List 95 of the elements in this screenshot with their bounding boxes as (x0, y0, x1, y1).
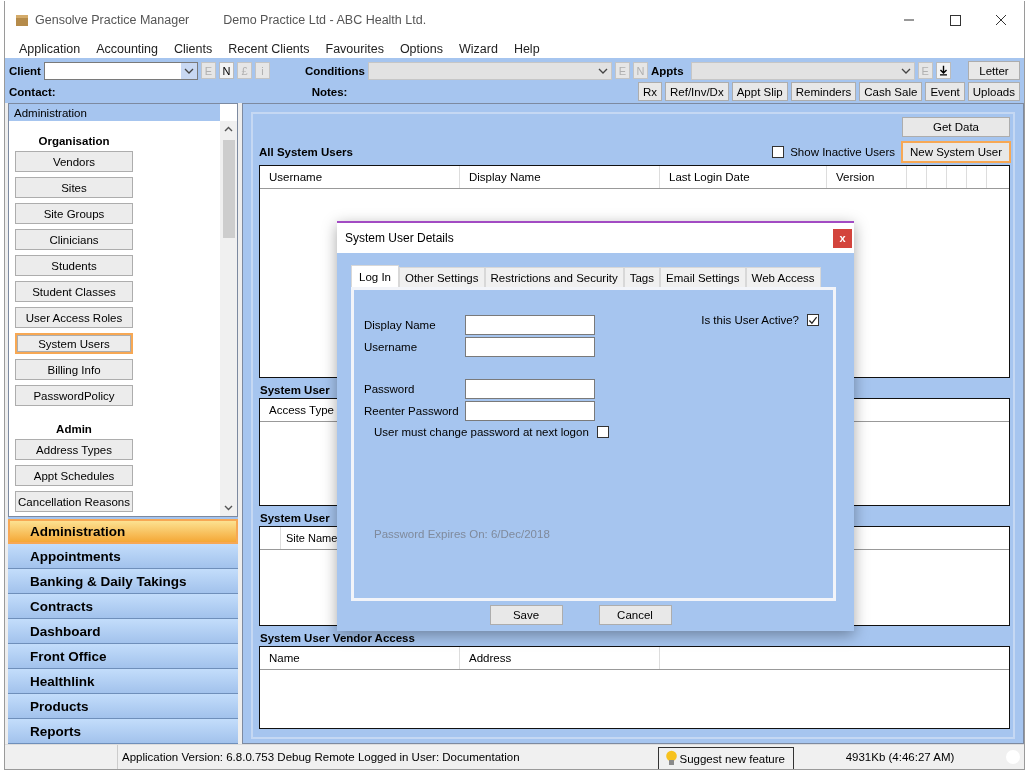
scrollbar-thumb[interactable] (222, 140, 235, 238)
group-heading: Admin (55, 423, 93, 435)
suggest-feature-button[interactable]: Suggest new feature (657, 747, 794, 769)
dialog-button[interactable]: Cancel (598, 605, 672, 625)
toolbar-button[interactable]: Ref/Inv/Dx (665, 82, 729, 101)
nav-button[interactable]: Front Office (8, 644, 238, 669)
tab[interactable]: Web Access (745, 267, 821, 287)
nav-button[interactable]: Administration (8, 519, 238, 544)
field-label: Password (364, 383, 416, 395)
nav-button[interactable]: Products (8, 694, 238, 719)
field-label: Appts (651, 64, 684, 77)
column-header[interactable]: Version (827, 166, 907, 188)
sidebar-button[interactable]: Cancellation Reasons (15, 491, 133, 512)
tab[interactable]: Other Settings (399, 267, 485, 287)
input-field[interactable] (465, 401, 595, 421)
sidebar-button[interactable]: Billing Info (15, 359, 133, 380)
tab[interactable]: Email Settings (660, 267, 746, 287)
status-text: Application Version: 6.8.0.753 Debug Remote Logged in User: Documentation (117, 745, 520, 769)
get-data-button[interactable]: Get Data (902, 117, 1010, 137)
checkbox-label: Show Inactive Users (790, 146, 895, 158)
nav-button[interactable]: Appointments (8, 544, 238, 569)
input-field[interactable] (465, 337, 595, 357)
column-header[interactable]: Display Name (460, 166, 660, 188)
checkbox[interactable] (807, 314, 819, 326)
sidebar-button[interactable]: PasswordPolicy (15, 385, 133, 406)
toolbar-button[interactable]: Reminders (790, 82, 857, 101)
window-title: Demo Practice Ltd - ABC Health Ltd. (223, 13, 427, 27)
column-header[interactable]: Address (460, 647, 660, 669)
toolbar-button[interactable]: Rx (637, 82, 662, 101)
group-heading: Organisation (37, 135, 111, 147)
section-title: All System Users (259, 146, 353, 158)
box-icon (15, 13, 29, 27)
column-header[interactable]: Name (260, 647, 460, 669)
tab[interactable]: Restrictions and Security (484, 267, 624, 287)
section-title: System User (260, 512, 330, 524)
menu-item[interactable]: Help (505, 41, 548, 56)
checkbox[interactable] (772, 146, 785, 158)
expiry-text: Password Expires On: 6/Dec/2018 (374, 528, 551, 540)
menu-item[interactable]: Application (11, 41, 89, 56)
checkbox-label: Is this User Active? (701, 314, 799, 326)
tab[interactable]: Log In (351, 265, 399, 287)
nav-button[interactable]: Banking & Daily Takings (8, 569, 238, 594)
sidebar-button[interactable]: Students (15, 255, 133, 276)
dialog-title: System User Details (345, 231, 454, 245)
toolbar-button[interactable]: Event (925, 82, 965, 101)
section-title: System User (260, 384, 330, 396)
field-label: Username (364, 341, 419, 353)
toolbar-button[interactable]: Uploads (967, 82, 1020, 101)
field-label: Reenter Password (364, 405, 460, 417)
letter-button[interactable]: Letter (968, 61, 1020, 80)
sidebar-button[interactable]: Sites (15, 177, 133, 198)
nav-button[interactable]: Contracts (8, 594, 238, 619)
sidebar-button[interactable]: System Users (15, 333, 133, 354)
field-label: Client (9, 64, 41, 77)
field-label: Contact: (9, 85, 56, 98)
menu-item[interactable]: Recent Clients (220, 41, 318, 56)
sidebar-button[interactable]: Appt Schedules (15, 465, 133, 486)
menu-item[interactable]: Wizard (451, 41, 506, 56)
nav-button[interactable]: Reports (8, 719, 238, 744)
column-header[interactable]: Username (260, 166, 460, 188)
sidebar-button[interactable]: Address Types (15, 439, 133, 460)
nav-button[interactable]: Healthlink (8, 669, 238, 694)
tab[interactable]: Tags (623, 267, 660, 287)
column-header[interactable]: Last Login Date (660, 166, 827, 188)
new-user-button[interactable]: New System User (901, 141, 1011, 163)
panel-header: Administration (9, 104, 220, 121)
lightbulb-icon (664, 750, 678, 767)
input-field[interactable] (465, 315, 595, 335)
client-dropdown[interactable] (43, 61, 198, 80)
letter-button[interactable]: N (218, 62, 234, 79)
dialog-button[interactable]: Save (489, 605, 563, 625)
input-field[interactable] (465, 379, 595, 399)
field-label: Conditions (304, 64, 365, 77)
checkbox[interactable] (596, 426, 609, 438)
field-label: Display Name (364, 319, 437, 331)
section-title: System User Vendor Access (260, 632, 415, 644)
sidebar-button[interactable]: Vendors (15, 151, 133, 172)
sidebar-button[interactable]: User Access Roles (15, 307, 133, 328)
sidebar-button[interactable]: Student Classes (15, 281, 133, 302)
nav-button[interactable]: Dashboard (8, 619, 238, 644)
close-button[interactable]: x (833, 228, 852, 248)
menu-item[interactable]: Clients (166, 41, 221, 56)
menu-item[interactable]: Accounting (88, 41, 166, 56)
field-label: Notes: (311, 85, 348, 98)
menu-item[interactable]: Options (391, 41, 451, 56)
sidebar-button[interactable]: Site Groups (15, 203, 133, 224)
app-title: Gensolve Practice Manager (35, 13, 190, 27)
menu-item[interactable]: Favourites (317, 41, 392, 56)
toolbar-button[interactable]: Cash Sale (859, 82, 923, 101)
scrollbar[interactable] (220, 121, 237, 516)
toolbar-button[interactable]: Appt Slip (731, 82, 788, 101)
download-icon[interactable] (935, 62, 951, 79)
memory-status: 4931Kb (4:46:27 AM) (844, 751, 956, 763)
sidebar-button[interactable]: Clinicians (15, 229, 133, 250)
checkbox-label: User must change password at next logon (374, 426, 589, 438)
